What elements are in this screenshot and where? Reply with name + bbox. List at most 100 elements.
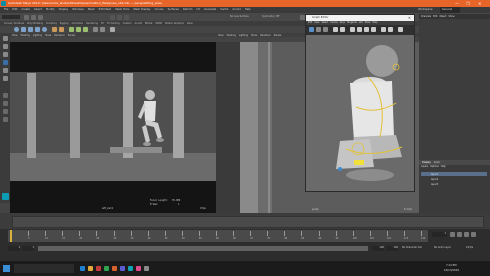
layer-menu-item[interactable]: Layers (421, 165, 428, 168)
graph-editor-menu-item[interactable]: Select (321, 21, 328, 24)
graph-editor-menu-item[interactable]: Keys (340, 21, 345, 24)
layer-tab-anim[interactable]: Anim (434, 161, 440, 164)
snap-curve-icon[interactable] (117, 14, 122, 20)
unify-tangent-icon[interactable] (388, 27, 393, 32)
taskbar-app-icon[interactable] (120, 266, 125, 271)
taskbar-app-icon[interactable] (144, 266, 149, 271)
play-back-icon[interactable] (457, 232, 462, 237)
playback-range-bar[interactable] (12, 216, 484, 228)
bridge-icon[interactable] (83, 27, 88, 32)
windows-start-icon[interactable] (3, 265, 10, 272)
channel-box-tab[interactable]: Object (439, 15, 446, 18)
snap-point-icon[interactable] (124, 14, 129, 20)
range-end-field[interactable]: 120 (386, 246, 398, 251)
bevel-icon[interactable] (76, 27, 81, 32)
open-scene-icon[interactable] (31, 14, 36, 20)
character-set-select[interactable]: No Character Set (402, 246, 422, 249)
left-camera-viewport[interactable]: View Shading Lighting Show Renderer Panels Fo… (10, 33, 216, 213)
polygon-sphere-icon[interactable] (14, 27, 19, 32)
save-scene-icon[interactable] (38, 14, 43, 20)
graph-editor-menu-item[interactable]: Help (372, 21, 377, 24)
persp-outliner-layout-icon[interactable] (2, 117, 8, 122)
lasso-tool-icon[interactable] (2, 44, 8, 49)
no-live-surface-label[interactable]: No Live Surface (230, 15, 249, 18)
multi-cut-icon[interactable] (93, 27, 98, 32)
flat-tangent-icon[interactable] (364, 27, 369, 32)
polygon-torus-icon[interactable] (42, 27, 47, 32)
combine-icon[interactable] (52, 27, 57, 32)
playback-start-field[interactable]: 1 (22, 246, 34, 251)
taskbar-app-icon[interactable] (136, 266, 141, 271)
graph-editor-menu-item[interactable]: View (314, 21, 319, 24)
minimize-button[interactable]: — (455, 1, 459, 6)
current-frame-field[interactable]: 1 (432, 232, 447, 237)
time-slider[interactable]: 1510152025303540455055606570758085909510… (8, 230, 428, 242)
fps-select[interactable]: 24 fps (466, 246, 473, 249)
four-view-layout-icon[interactable] (2, 101, 8, 106)
new-scene-icon[interactable] (24, 14, 29, 20)
goto-start-icon[interactable] (450, 232, 455, 237)
mirror-icon[interactable] (110, 27, 115, 32)
layer-row[interactable]: layer3 (421, 182, 487, 186)
polygon-cube-icon[interactable] (21, 27, 26, 32)
range-start-field[interactable]: 1 (8, 246, 20, 251)
current-time-marker[interactable] (10, 230, 12, 242)
select-tool-icon[interactable] (2, 36, 8, 41)
goto-end-icon[interactable] (471, 232, 476, 237)
mode-select[interactable] (2, 15, 20, 19)
taskbar-search-box[interactable] (14, 264, 74, 273)
frame-selection-icon[interactable] (340, 27, 345, 32)
target-weld-icon[interactable] (100, 27, 105, 32)
single-layout-icon[interactable] (2, 93, 8, 98)
anim-layer-select[interactable]: No Anim Layer (434, 246, 451, 249)
taskbar-app-icon[interactable] (104, 266, 109, 271)
taskbar-app-icon[interactable] (128, 266, 133, 271)
taskbar-app-icon[interactable] (88, 266, 93, 271)
polygon-plane-icon[interactable] (35, 27, 40, 32)
graph-editor-close-icon[interactable]: ✕ (408, 16, 411, 20)
graph-editor-menu-item[interactable]: Tangents (347, 21, 357, 24)
break-tangent-icon[interactable] (381, 27, 386, 32)
snap-grid-icon[interactable] (110, 14, 115, 20)
layer-name: layer3 (431, 182, 439, 186)
symmetry-label[interactable]: Symmetry: Off (262, 15, 279, 18)
channel-box-tab[interactable]: Edit (433, 15, 437, 18)
buffer-curve-icon[interactable] (398, 27, 403, 32)
key-insert-icon[interactable] (316, 27, 321, 32)
separate-icon[interactable] (59, 27, 64, 32)
layer-row[interactable]: layer1 (421, 172, 487, 176)
channel-box-tab[interactable]: Channels (421, 15, 431, 18)
graph-editor-menu-item[interactable]: List (359, 21, 363, 24)
taskbar-app-icon[interactable] (96, 266, 101, 271)
frame-all-icon[interactable] (333, 27, 338, 32)
side-by-side-layout-icon[interactable] (2, 109, 8, 114)
taskbar-app-icon[interactable] (112, 266, 117, 271)
extrude-icon[interactable] (69, 27, 74, 32)
close-button[interactable]: ✕ (478, 1, 481, 6)
stepped-tangent-icon[interactable] (371, 27, 376, 32)
lattice-deform-icon[interactable] (323, 27, 328, 32)
maximize-button[interactable]: ❐ (466, 1, 470, 6)
move-tool-icon[interactable] (2, 60, 8, 65)
time-slider-tick-label: 115 (403, 237, 409, 240)
spline-tangent-icon[interactable] (350, 27, 355, 32)
key-move-icon[interactable] (309, 27, 314, 32)
layer-menu-item[interactable]: Options (430, 165, 438, 168)
taskbar-app-icon[interactable] (80, 266, 85, 271)
range-slider[interactable] (38, 246, 368, 251)
scale-tool-icon[interactable] (2, 76, 8, 81)
playback-end-field[interactable]: 120 (372, 246, 384, 251)
graph-editor-menu-item[interactable]: Show (365, 21, 371, 24)
layer-menu-item[interactable]: Help (441, 165, 446, 168)
layer-row[interactable]: layer2 (421, 177, 487, 181)
rotate-tool-icon[interactable] (2, 68, 8, 73)
channel-box-tab[interactable]: Show (449, 15, 455, 18)
linear-tangent-icon[interactable] (357, 27, 362, 32)
polygon-cylinder-icon[interactable] (28, 27, 33, 32)
play-forward-icon[interactable] (464, 232, 469, 237)
layer-tab-display[interactable]: Display (422, 161, 431, 164)
graph-editor-menu-item[interactable]: Curves (330, 21, 338, 24)
graph-editor-menu-item[interactable]: Edit (308, 21, 312, 24)
paint-select-icon[interactable] (2, 52, 8, 57)
graph-editor-window[interactable]: Graph Editor ✕ Edit View Select Curves Keys T… (305, 14, 415, 192)
